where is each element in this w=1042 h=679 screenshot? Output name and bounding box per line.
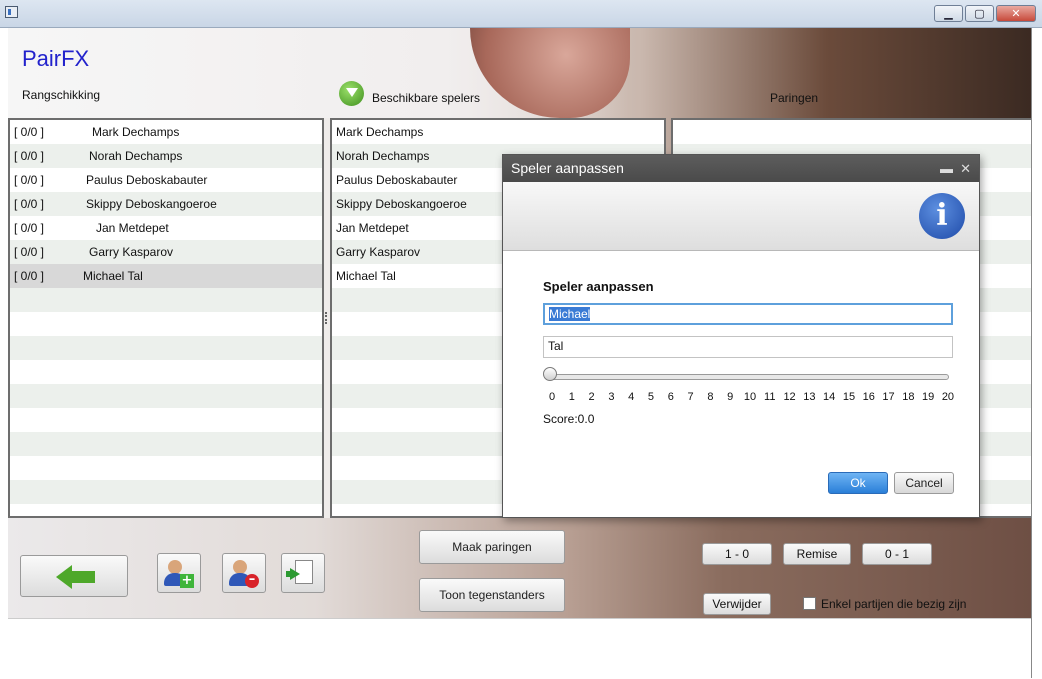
empty-row <box>10 360 322 384</box>
dialog-minimize-icon[interactable]: ▬ <box>940 155 953 182</box>
slider-tick-label: 18 <box>902 391 915 403</box>
app-window-icon[interactable] <box>5 6 18 18</box>
slider-tick-label: 1 <box>568 391 575 403</box>
score-label: Score:0.0 <box>543 412 595 426</box>
export-button[interactable] <box>281 553 325 593</box>
ranking-player-name: Norah Dechamps <box>89 149 183 163</box>
edit-player-dialog: Speler aanpassen ▬ ✕ i Speler aanpassen … <box>502 154 980 518</box>
last-name-field[interactable]: Tal <box>543 336 953 358</box>
ranking-score: [ 0/0 ] <box>14 269 45 283</box>
window-left-edge <box>0 28 8 678</box>
ranking-score: [ 0/0 ] <box>14 221 45 235</box>
empty-row <box>10 312 322 336</box>
first-name-field[interactable]: Michael <box>543 303 953 325</box>
slider-tick-label: 6 <box>667 391 674 403</box>
ranking-player-name: Michael Tal <box>83 269 143 283</box>
empty-row <box>10 432 322 456</box>
slider-tick-label: 2 <box>588 391 595 403</box>
score-slider-ticks: 0 1 2 3 4 5 6 7 8 9 10 11 12 13 14 15 16… <box>543 391 957 403</box>
empty-row <box>10 480 322 504</box>
ranking-score: [ 0/0 ] <box>14 173 45 187</box>
info-icon: i <box>919 193 965 239</box>
make-pairings-button[interactable]: Maak paringen <box>419 530 565 564</box>
empty-row <box>10 336 322 360</box>
slider-tick-label: 14 <box>823 391 836 403</box>
dialog-titlebar[interactable]: Speler aanpassen ▬ ✕ <box>503 155 979 182</box>
slider-tick-label: 20 <box>941 391 955 403</box>
pairings-header: Paringen <box>770 91 819 105</box>
only-active-label: Enkel partijen die bezig zijn <box>821 597 967 611</box>
result-win-button[interactable]: 1 - 0 <box>702 543 772 565</box>
show-opponents-button[interactable]: Toon tegenstanders <box>419 578 565 612</box>
ranking-row[interactable]: [ 0/0 ] Jan Metdepet <box>10 216 322 240</box>
slider-tick-label: 9 <box>727 391 734 403</box>
ranking-row[interactable]: [ 0/0 ] Mark Dechamps <box>10 120 322 144</box>
empty-row <box>10 504 322 516</box>
score-slider-thumb[interactable] <box>543 367 557 381</box>
maximize-button[interactable]: ▢ <box>965 5 994 22</box>
empty-row <box>10 456 322 480</box>
ranking-player-name: Jan Metdepet <box>96 221 169 235</box>
app-title: PairFX <box>22 46 90 71</box>
slider-tick-label: 15 <box>842 391 856 403</box>
status-area <box>8 618 1031 679</box>
ranking-header: Rangschikking <box>22 88 101 102</box>
slider-tick-label: 16 <box>862 391 875 403</box>
ranking-score: [ 0/0 ] <box>14 245 45 259</box>
ok-button[interactable]: Ok <box>828 472 888 494</box>
cancel-button[interactable]: Cancel <box>894 472 954 494</box>
window-right-edge <box>1031 28 1042 678</box>
ranking-score: [ 0/0 ] <box>14 149 45 163</box>
slider-tick-label: 4 <box>628 391 635 403</box>
score-slider-track[interactable] <box>549 374 949 380</box>
ranking-player-name: Skippy Deboskangoeroe <box>86 197 217 211</box>
empty-row <box>10 384 322 408</box>
ranking-row[interactable]: [ 0/0 ] Garry Kasparov <box>10 240 322 264</box>
slider-tick-label: 19 <box>922 391 935 403</box>
slider-tick-label: 0 <box>548 391 556 403</box>
empty-row <box>10 288 322 312</box>
minimize-button[interactable]: ▁ <box>934 5 963 22</box>
dialog-heading: Speler aanpassen <box>543 279 654 294</box>
first-name-value: Michael <box>549 307 591 321</box>
ranking-row-selected[interactable]: [ 0/0 ] Michael Tal <box>10 264 322 288</box>
dialog-header: i <box>503 182 979 251</box>
ranking-score: [ 0/0 ] <box>14 125 45 139</box>
close-window-button[interactable]: ✕ <box>996 5 1036 22</box>
ranking-row[interactable]: [ 0/0 ] Skippy Deboskangoeroe <box>10 192 322 216</box>
download-icon[interactable] <box>339 81 364 106</box>
slider-tick-label: 7 <box>687 391 694 403</box>
slider-tick-label: 11 <box>764 391 776 403</box>
ranking-row[interactable]: [ 0/0 ] Paulus Deboskabauter <box>10 168 322 192</box>
slider-tick-label: 13 <box>803 391 816 403</box>
ranking-player-name: Garry Kasparov <box>89 245 174 259</box>
slider-tick-label: 5 <box>647 391 655 403</box>
slider-tick-label: 8 <box>707 391 714 403</box>
window-controls: ▁ ▢ ✕ <box>932 5 1036 22</box>
dialog-title: Speler aanpassen <box>511 160 624 176</box>
slider-tick-label: 10 <box>743 391 757 403</box>
ranking-row[interactable]: [ 0/0 ] Norah Dechamps <box>10 144 322 168</box>
window-titlebar: ▁ ▢ ✕ <box>0 0 1042 28</box>
back-button[interactable] <box>20 555 128 597</box>
result-loss-button[interactable]: 0 - 1 <box>862 543 932 565</box>
available-player-row[interactable]: Mark Dechamps <box>332 120 664 144</box>
ranking-score: [ 0/0 ] <box>14 197 45 211</box>
remove-pairing-button[interactable]: Verwijder <box>703 593 771 615</box>
available-players-header: Beschikbare spelers <box>372 91 481 105</box>
empty-row <box>10 408 322 432</box>
ranking-list[interactable]: [ 0/0 ] Mark Dechamps [ 0/0 ] Norah Decham… <box>8 118 324 518</box>
dialog-close-icon[interactable]: ✕ <box>960 155 971 182</box>
slider-tick-label: 3 <box>608 391 615 403</box>
slider-tick-label: 12 <box>783 391 796 403</box>
ranking-player-name: Mark Dechamps <box>92 125 180 139</box>
add-player-button[interactable]: + <box>157 553 201 593</box>
remove-player-button[interactable]: – <box>222 553 266 593</box>
slider-tick-label: 17 <box>882 391 895 403</box>
only-active-checkbox[interactable] <box>803 597 816 610</box>
empty-row <box>673 120 1031 144</box>
ranking-player-name: Paulus Deboskabauter <box>86 173 208 187</box>
result-draw-button[interactable]: Remise <box>783 543 851 565</box>
